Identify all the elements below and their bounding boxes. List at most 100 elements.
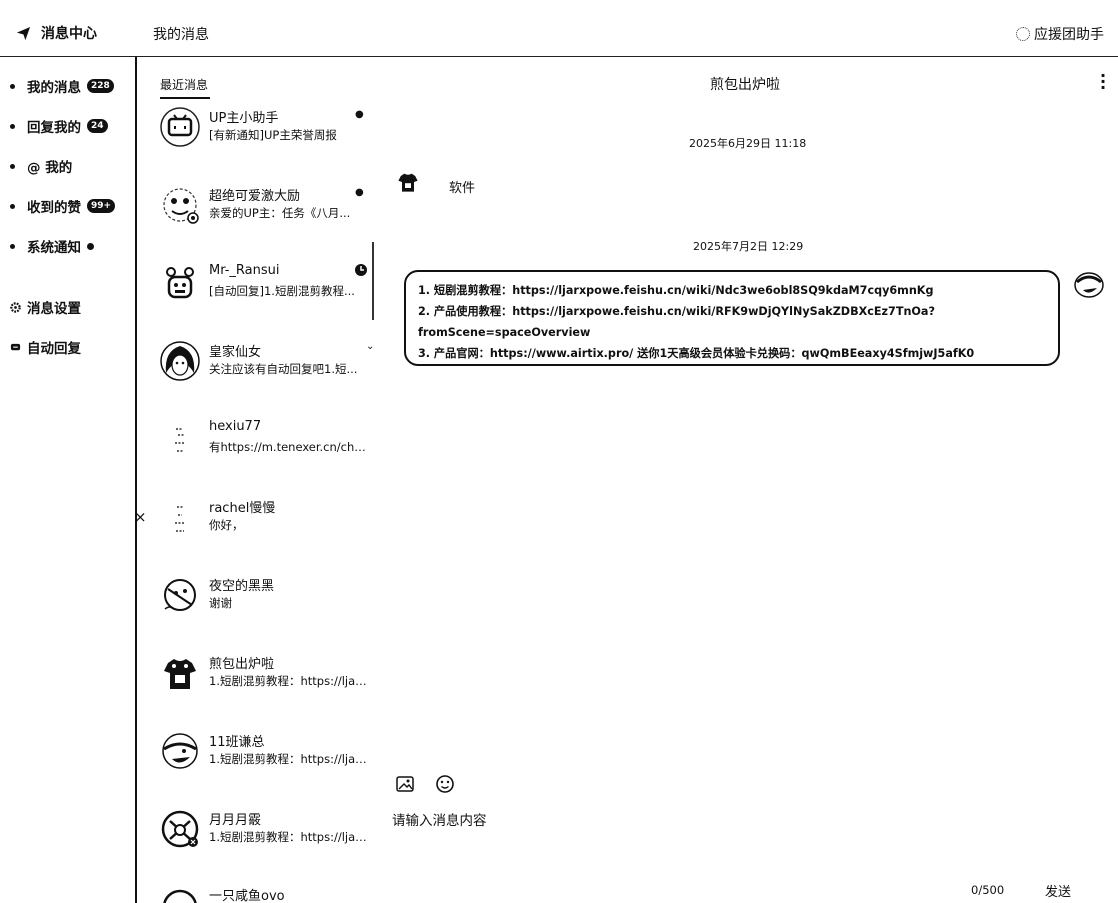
more-options-icon[interactable]: · · ·	[1100, 68, 1106, 96]
sidebar-item-likes[interactable]: 收到的赞 99+	[10, 196, 116, 216]
message-timestamp: 2025年6月29日 11:18	[689, 137, 807, 150]
close-icon[interactable]: ×	[134, 508, 147, 526]
helper-button[interactable]: 应援团助手	[1016, 24, 1104, 44]
message-preview: [自动回复]1.短剧混剪教程...	[209, 284, 355, 298]
gear-icon	[10, 301, 21, 313]
sidebar-item-label: @ 我的	[27, 160, 73, 176]
message-preview: 关注应该有自动回复吧1.短...	[209, 362, 358, 376]
helper-icon	[1016, 27, 1030, 41]
count-badge: 99+	[87, 199, 116, 213]
count-badge: 228	[87, 79, 114, 93]
sidebar-item-my-messages[interactable]: 我的消息 228	[10, 76, 114, 96]
tab-underline	[160, 97, 210, 99]
message-preview: 亲爱的UP主：任务《八月...	[209, 206, 351, 220]
bullet-icon	[10, 203, 15, 209]
avatar	[163, 889, 197, 903]
image-icon[interactable]	[395, 774, 415, 794]
avatar	[161, 810, 199, 848]
contact-name: 煎包出炉啦	[209, 657, 275, 672]
sidebar-item-replies[interactable]: 回复我的 24	[10, 116, 108, 136]
contact-name: 超绝可爱激大励	[209, 189, 301, 204]
avatar	[160, 107, 200, 147]
avatar	[163, 188, 199, 224]
recent-messages-header: 最近消息	[160, 78, 209, 92]
page-title: 我的消息	[153, 27, 209, 43]
message-line: fromScene=spaceOverview	[418, 326, 591, 339]
chat-title: 煎包出炉啦	[710, 77, 780, 93]
sidebar-item-label: 我的消息	[27, 80, 81, 96]
message-timestamp: 2025年7月2日 12:29	[693, 240, 804, 253]
message-text: 软件	[449, 181, 476, 196]
message-preview: 你好，	[209, 518, 244, 532]
conversation-item[interactable]: 夜空的黑黑 谢谢	[160, 571, 372, 631]
chevron-down-icon[interactable]: ⌄	[366, 341, 374, 352]
conversation-item[interactable]: hexiu77 有https://m.tenexer.cn/chan...	[160, 415, 372, 475]
sidebar-divider	[135, 57, 137, 903]
contact-name: rachel慢慢	[209, 501, 276, 516]
paper-plane-icon	[16, 26, 31, 40]
message-preview: 1.短剧混剪教程：https://ljar...	[209, 830, 367, 844]
contact-name: Mr-_Ransui	[209, 263, 280, 278]
message-input[interactable]: 请输入消息内容	[392, 809, 487, 829]
contact-avatar	[398, 173, 418, 192]
sidebar-item-label: 自动回复	[27, 341, 81, 357]
conversation-item[interactable]: UP主小助手 [有新通知]UP主荣誉周报 ●	[160, 103, 372, 163]
conversation-item[interactable]: 煎包出炉啦 1.短剧混剪教程：https://ljar...	[160, 649, 372, 709]
conversation-item[interactable]: 一只咸鱼ovo	[160, 883, 372, 903]
contact-name: 夜空的黑黑	[209, 579, 275, 594]
emoji-icon[interactable]	[435, 774, 455, 794]
unread-dot: ●	[355, 109, 364, 120]
conversation-item[interactable]: rachel慢慢 你好，	[160, 493, 372, 553]
avatar	[160, 341, 200, 381]
conversation-item[interactable]: Mr-_Ransui [自动回复]1.短剧混剪教程...	[160, 259, 372, 319]
brand[interactable]: 消息中心	[16, 23, 97, 43]
bullet-icon	[10, 163, 15, 169]
contact-name: 皇家仙女	[209, 345, 262, 360]
message-bubble: 1. 短剧混剪教程：https://ljarxpowe.feishu.cn/wi…	[404, 270, 1060, 366]
top-bar: 消息中心 我的消息 应援团助手	[0, 0, 1118, 57]
avatar	[175, 506, 185, 532]
avatar	[162, 733, 198, 769]
unread-dot: ●	[355, 187, 364, 198]
message-preview: [有新通知]UP主荣誉周报	[209, 128, 337, 142]
avatar	[175, 428, 185, 452]
count-badge: 24	[87, 119, 108, 133]
message-preview: 1.短剧混剪教程：https://ljar...	[209, 674, 367, 688]
contact-name: UP主小助手	[209, 111, 279, 126]
message-line: 3. 产品官网：https://www.airtix.pro/ 送你1天高级会员…	[418, 347, 975, 360]
self-avatar	[1074, 272, 1104, 298]
message-line: 2. 产品使用教程：https://ljarxpowe.feishu.cn/wi…	[418, 305, 935, 318]
sidebar-item-label: 收到的赞	[27, 200, 81, 216]
conversation-item[interactable]: 月月月霰 1.短剧混剪教程：https://ljar...	[160, 805, 372, 865]
conversation-item[interactable]: 超绝可爱激大励 亲爱的UP主：任务《八月... ●	[160, 181, 372, 241]
helper-label: 应援团助手	[1034, 27, 1104, 43]
message-preview: 有https://m.tenexer.cn/chan...	[209, 440, 367, 454]
message-line: 1. 短剧混剪教程：https://ljarxpowe.feishu.cn/wi…	[418, 284, 934, 297]
conversation-item[interactable]: 皇家仙女 关注应该有自动回复吧1.短... ⌄	[160, 337, 374, 397]
clock-icon	[355, 264, 367, 276]
sidebar-item-system-notice[interactable]: 系统通知	[10, 236, 94, 256]
avatar	[164, 579, 196, 611]
contact-name: 月月月霰	[209, 813, 262, 828]
sidebar-item-label: 消息设置	[27, 301, 81, 317]
unread-dot	[87, 242, 94, 250]
contact-name: hexiu77	[209, 419, 262, 434]
bullet-icon	[10, 83, 15, 89]
send-button[interactable]: 发送	[1045, 881, 1071, 900]
message-preview: 谢谢	[209, 596, 232, 610]
bullet-icon	[10, 123, 15, 129]
bullet-icon	[10, 243, 15, 249]
message-preview: 1.短剧混剪教程：https://ljar...	[209, 752, 367, 766]
brand-title: 消息中心	[41, 26, 97, 42]
sidebar-item-mentions[interactable]: @ 我的	[10, 156, 72, 176]
sidebar-item-message-settings[interactable]: 消息设置	[10, 297, 81, 317]
sidebar	[0, 57, 135, 903]
sidebar-item-label: 系统通知	[27, 240, 81, 256]
list-scrollbar[interactable]	[372, 242, 374, 320]
sidebar-item-auto-reply[interactable]: 自动回复	[10, 337, 81, 357]
contact-name: 11班谦总	[209, 735, 265, 750]
avatar	[164, 659, 196, 689]
conversation-item[interactable]: 11班谦总 1.短剧混剪教程：https://ljar...	[160, 727, 372, 787]
avatar	[166, 267, 194, 299]
contact-name: 一只咸鱼ovo	[209, 889, 285, 903]
